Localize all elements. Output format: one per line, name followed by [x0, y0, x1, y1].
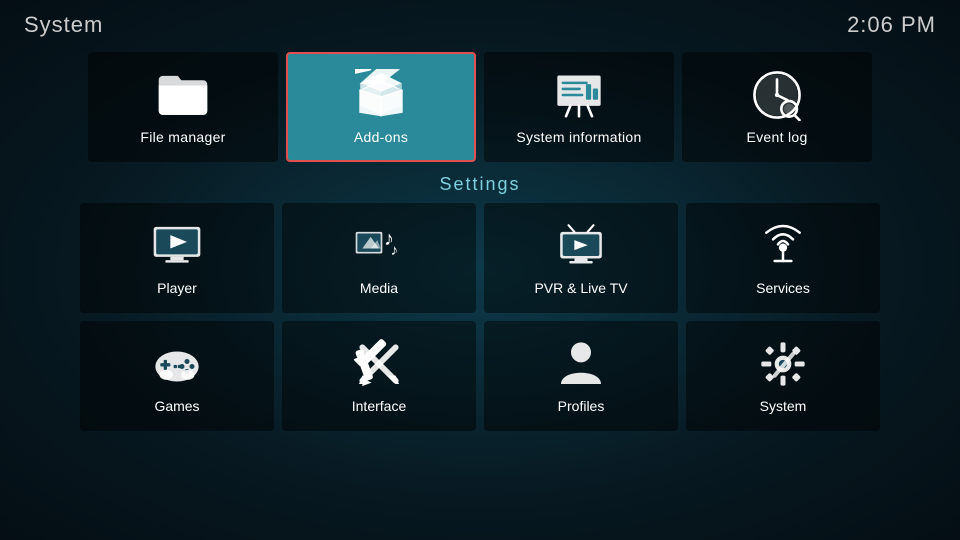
games-icon: [151, 338, 203, 390]
tile-services[interactable]: Services: [686, 203, 880, 313]
player-icon: [151, 220, 203, 272]
header: System 2:06 PM: [0, 0, 960, 44]
player-label: Player: [157, 280, 197, 296]
tile-interface[interactable]: Interface: [282, 321, 476, 431]
services-icon: [757, 220, 809, 272]
sysinfo-icon: [553, 69, 605, 121]
tile-event-log[interactable]: Event log: [682, 52, 872, 162]
pvr-label: PVR & Live TV: [534, 280, 627, 296]
media-label: Media: [360, 280, 398, 296]
tile-player[interactable]: Player: [80, 203, 274, 313]
tile-file-manager[interactable]: File manager: [88, 52, 278, 162]
services-label: Services: [756, 280, 810, 296]
addons-icon: [355, 69, 407, 121]
tile-system[interactable]: System: [686, 321, 880, 431]
tile-add-ons[interactable]: Add-ons: [286, 52, 476, 162]
tile-media[interactable]: ♪ ♪ Media: [282, 203, 476, 313]
svg-text:♪: ♪: [391, 242, 399, 259]
settings-row-2: Games Interfac: [80, 321, 880, 431]
profiles-label: Profiles: [558, 398, 605, 414]
games-label: Games: [154, 398, 199, 414]
tile-pvr[interactable]: PVR & Live TV: [484, 203, 678, 313]
event-log-label: Event log: [746, 129, 807, 145]
app-title: System: [24, 12, 103, 38]
system-icon: [757, 338, 809, 390]
profiles-icon: [555, 338, 607, 390]
interface-icon: [353, 338, 405, 390]
system-label: System: [760, 398, 807, 414]
pvr-icon: [555, 220, 607, 272]
file-manager-label: File manager: [140, 129, 225, 145]
tile-profiles[interactable]: Profiles: [484, 321, 678, 431]
add-ons-label: Add-ons: [354, 129, 408, 145]
clock: 2:06 PM: [847, 12, 936, 38]
settings-section: Settings Player: [0, 174, 960, 431]
interface-label: Interface: [352, 398, 406, 414]
tile-system-information[interactable]: System information: [484, 52, 674, 162]
media-icon: ♪ ♪: [353, 220, 405, 272]
folder-icon: [157, 69, 209, 121]
tile-games[interactable]: Games: [80, 321, 274, 431]
settings-heading: Settings: [80, 174, 880, 195]
system-information-label: System information: [516, 129, 641, 145]
settings-row-1: Player ♪ ♪ Media: [80, 203, 880, 313]
eventlog-icon: [751, 69, 803, 121]
top-row: File manager: [0, 44, 960, 170]
